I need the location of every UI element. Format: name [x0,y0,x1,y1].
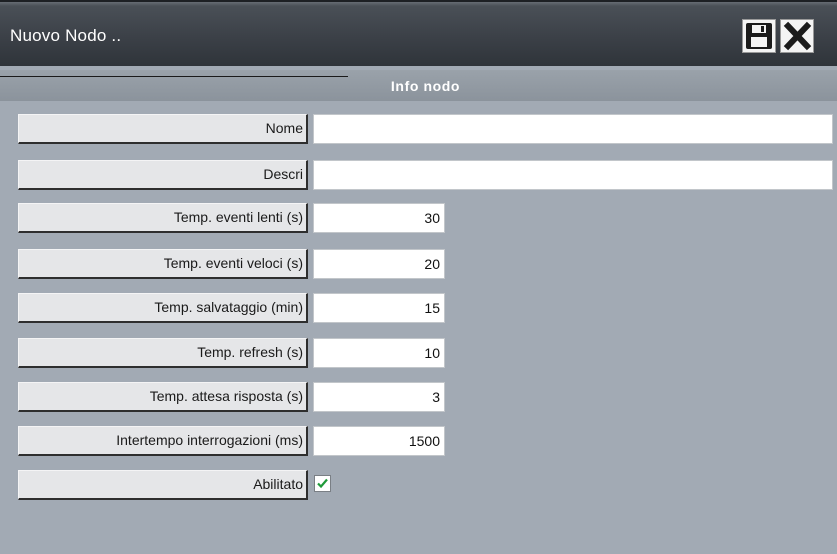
temp-eventi-lenti-label-button[interactable]: Temp. eventi lenti (s) [18,203,308,233]
window-titlebar: Nuovo Nodo .. [0,0,837,66]
temp-attesa-risposta-input[interactable] [313,382,445,412]
intertempo-interrogazioni-input[interactable] [313,426,445,456]
abilitato-label-button[interactable]: Abilitato [18,470,308,500]
nome-input[interactable] [313,114,833,144]
divider-line [0,76,348,77]
close-x-icon [783,21,812,51]
descri-input[interactable] [313,160,833,190]
temp-refresh-input[interactable] [313,338,445,368]
nome-label-button[interactable]: Nome [18,114,308,144]
floppy-disk-icon [746,23,772,49]
checkmark-icon [317,478,328,489]
temp-eventi-veloci-label-button[interactable]: Temp. eventi veloci (s) [18,249,308,279]
descri-label-button[interactable]: Descri [18,160,308,190]
temp-eventi-veloci-input[interactable] [313,249,445,279]
abilitato-checkbox[interactable] [314,475,331,492]
intertempo-interrogazioni-label-button[interactable]: Intertempo interrogazioni (ms) [18,426,308,456]
temp-salvataggio-label-button[interactable]: Temp. salvataggio (min) [18,293,308,323]
section-title: Info nodo [390,78,461,94]
temp-attesa-risposta-label-button[interactable]: Temp. attesa risposta (s) [18,382,308,412]
temp-refresh-label-button[interactable]: Temp. refresh (s) [18,338,308,368]
window-title: Nuovo Nodo .. [10,26,122,45]
temp-salvataggio-input[interactable] [313,293,445,323]
close-button[interactable] [780,19,814,53]
temp-eventi-lenti-input[interactable] [313,203,445,233]
save-button[interactable] [742,19,776,53]
